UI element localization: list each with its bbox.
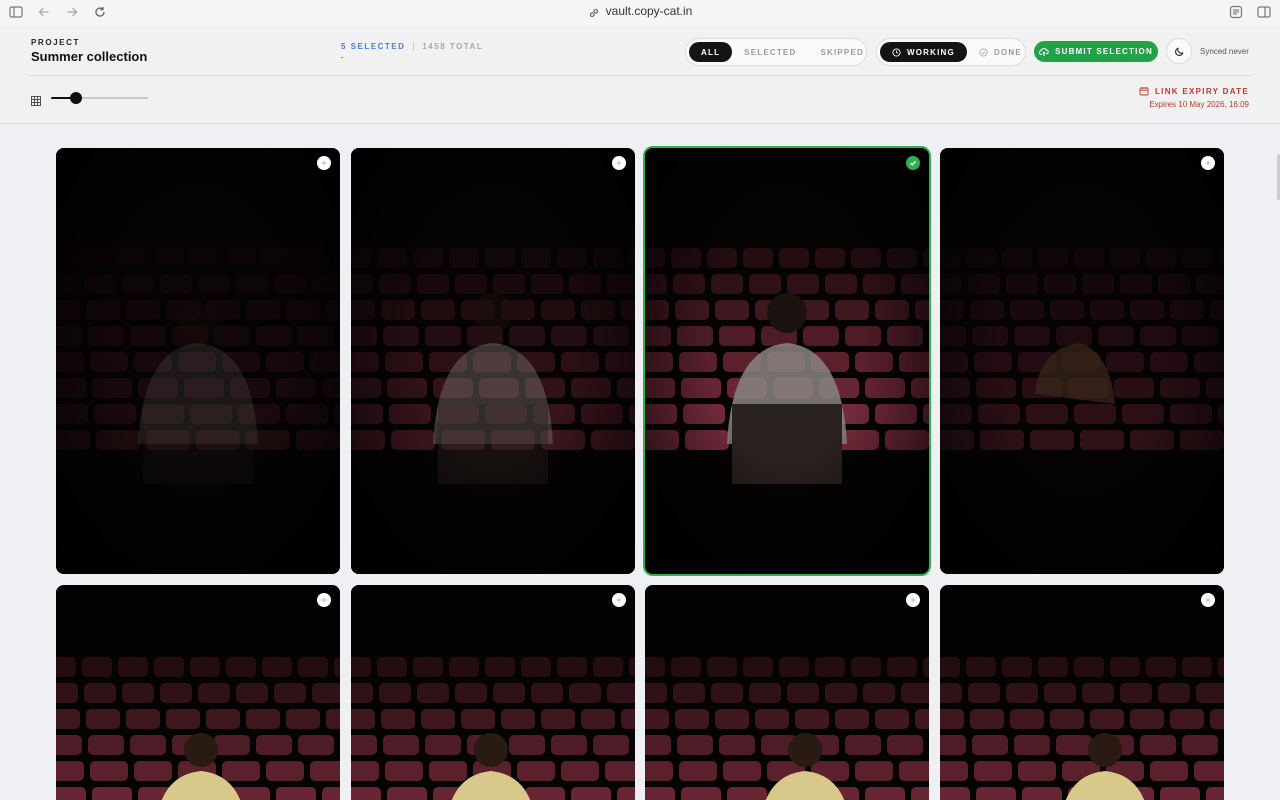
photo-card[interactable] xyxy=(56,585,340,800)
submit-label: SUBMIT SELECTION xyxy=(1055,47,1153,56)
selection-counts: 5 SELECTED 1458 TOTAL xyxy=(341,42,483,51)
photo-card[interactable] xyxy=(351,148,635,574)
plus-icon xyxy=(1205,597,1211,603)
filter-tabs: ALL SELECTED SKIPPED xyxy=(685,38,867,66)
select-toggle[interactable] xyxy=(1201,593,1215,607)
address-bar[interactable]: vault.copy-cat.in xyxy=(0,4,1280,19)
calendar-icon xyxy=(1139,87,1149,96)
status-tabs: WORKING DONE xyxy=(876,38,1026,66)
photo-thumbnail xyxy=(940,585,1224,800)
selection-progress-bar xyxy=(341,57,343,58)
tab-selected[interactable]: SELECTED xyxy=(732,42,808,62)
tab-all[interactable]: ALL xyxy=(689,42,733,62)
header-divider xyxy=(30,75,1250,76)
expiry-label-text: LINK EXPIRY DATE xyxy=(1155,86,1249,96)
photo-gallery xyxy=(0,124,1280,800)
cloud-upload-icon xyxy=(1039,47,1049,57)
project-title: Summer collection xyxy=(31,49,148,64)
total-count: 1458 TOTAL xyxy=(422,42,484,51)
link-icon xyxy=(588,5,600,19)
plus-icon xyxy=(616,160,622,166)
theme-toggle-button[interactable] xyxy=(1166,38,1192,64)
project-label: PROJECT xyxy=(31,38,80,47)
select-toggle[interactable] xyxy=(317,156,331,170)
slider-thumb[interactable] xyxy=(70,92,82,104)
select-toggle[interactable] xyxy=(317,593,331,607)
reader-icon[interactable] xyxy=(1229,5,1243,19)
clock-icon xyxy=(892,47,901,57)
selected-count: 5 SELECTED xyxy=(341,42,406,51)
split-view-icon[interactable] xyxy=(1257,5,1271,19)
photo-card[interactable] xyxy=(940,585,1224,800)
url-text: vault.copy-cat.in xyxy=(605,4,693,18)
plus-icon xyxy=(321,160,327,166)
photo-thumbnail xyxy=(351,585,635,800)
photo-card[interactable] xyxy=(351,585,635,800)
select-toggle[interactable] xyxy=(612,593,626,607)
sync-status: Synced never xyxy=(1200,47,1249,56)
photo-card[interactable] xyxy=(643,146,931,576)
photo-thumbnail xyxy=(645,585,929,800)
submit-selection-button[interactable]: SUBMIT SELECTION xyxy=(1034,41,1158,62)
photo-thumbnail xyxy=(940,148,1224,574)
photo-card[interactable] xyxy=(940,148,1224,574)
tab-working[interactable]: WORKING xyxy=(880,42,967,62)
photo-card[interactable] xyxy=(56,148,340,574)
tab-done-label: DONE xyxy=(993,47,1022,57)
photo-thumbnail xyxy=(351,148,635,574)
checkmark-icon xyxy=(910,160,916,166)
select-toggle[interactable] xyxy=(612,156,626,170)
select-toggle[interactable] xyxy=(906,156,920,170)
expiry-date: Expires 10 May 2026, 16:09 xyxy=(1149,100,1249,109)
check-circle-icon xyxy=(979,47,988,57)
tab-skipped[interactable]: SKIPPED xyxy=(808,42,876,62)
photo-thumbnail xyxy=(645,148,929,574)
tab-working-label: WORKING xyxy=(907,47,955,57)
browser-toolbar: vault.copy-cat.in xyxy=(0,0,1280,25)
select-toggle[interactable] xyxy=(906,593,920,607)
plus-icon xyxy=(321,597,327,603)
plus-icon xyxy=(1205,160,1211,166)
plus-icon xyxy=(910,597,916,603)
moon-icon xyxy=(1174,46,1184,56)
app-header: PROJECT Summer collection 5 SELECTED 145… xyxy=(0,25,1280,124)
photo-thumbnail xyxy=(56,585,340,800)
plus-icon xyxy=(616,597,622,603)
tab-done[interactable]: DONE xyxy=(967,42,1034,62)
select-toggle[interactable] xyxy=(1201,156,1215,170)
grid-size-slider[interactable] xyxy=(51,91,148,105)
photo-thumbnail xyxy=(56,148,340,574)
count-separator xyxy=(413,42,415,51)
grid-icon xyxy=(31,93,41,106)
link-expiry-label: LINK EXPIRY DATE xyxy=(1139,86,1249,96)
photo-card[interactable] xyxy=(645,585,929,800)
